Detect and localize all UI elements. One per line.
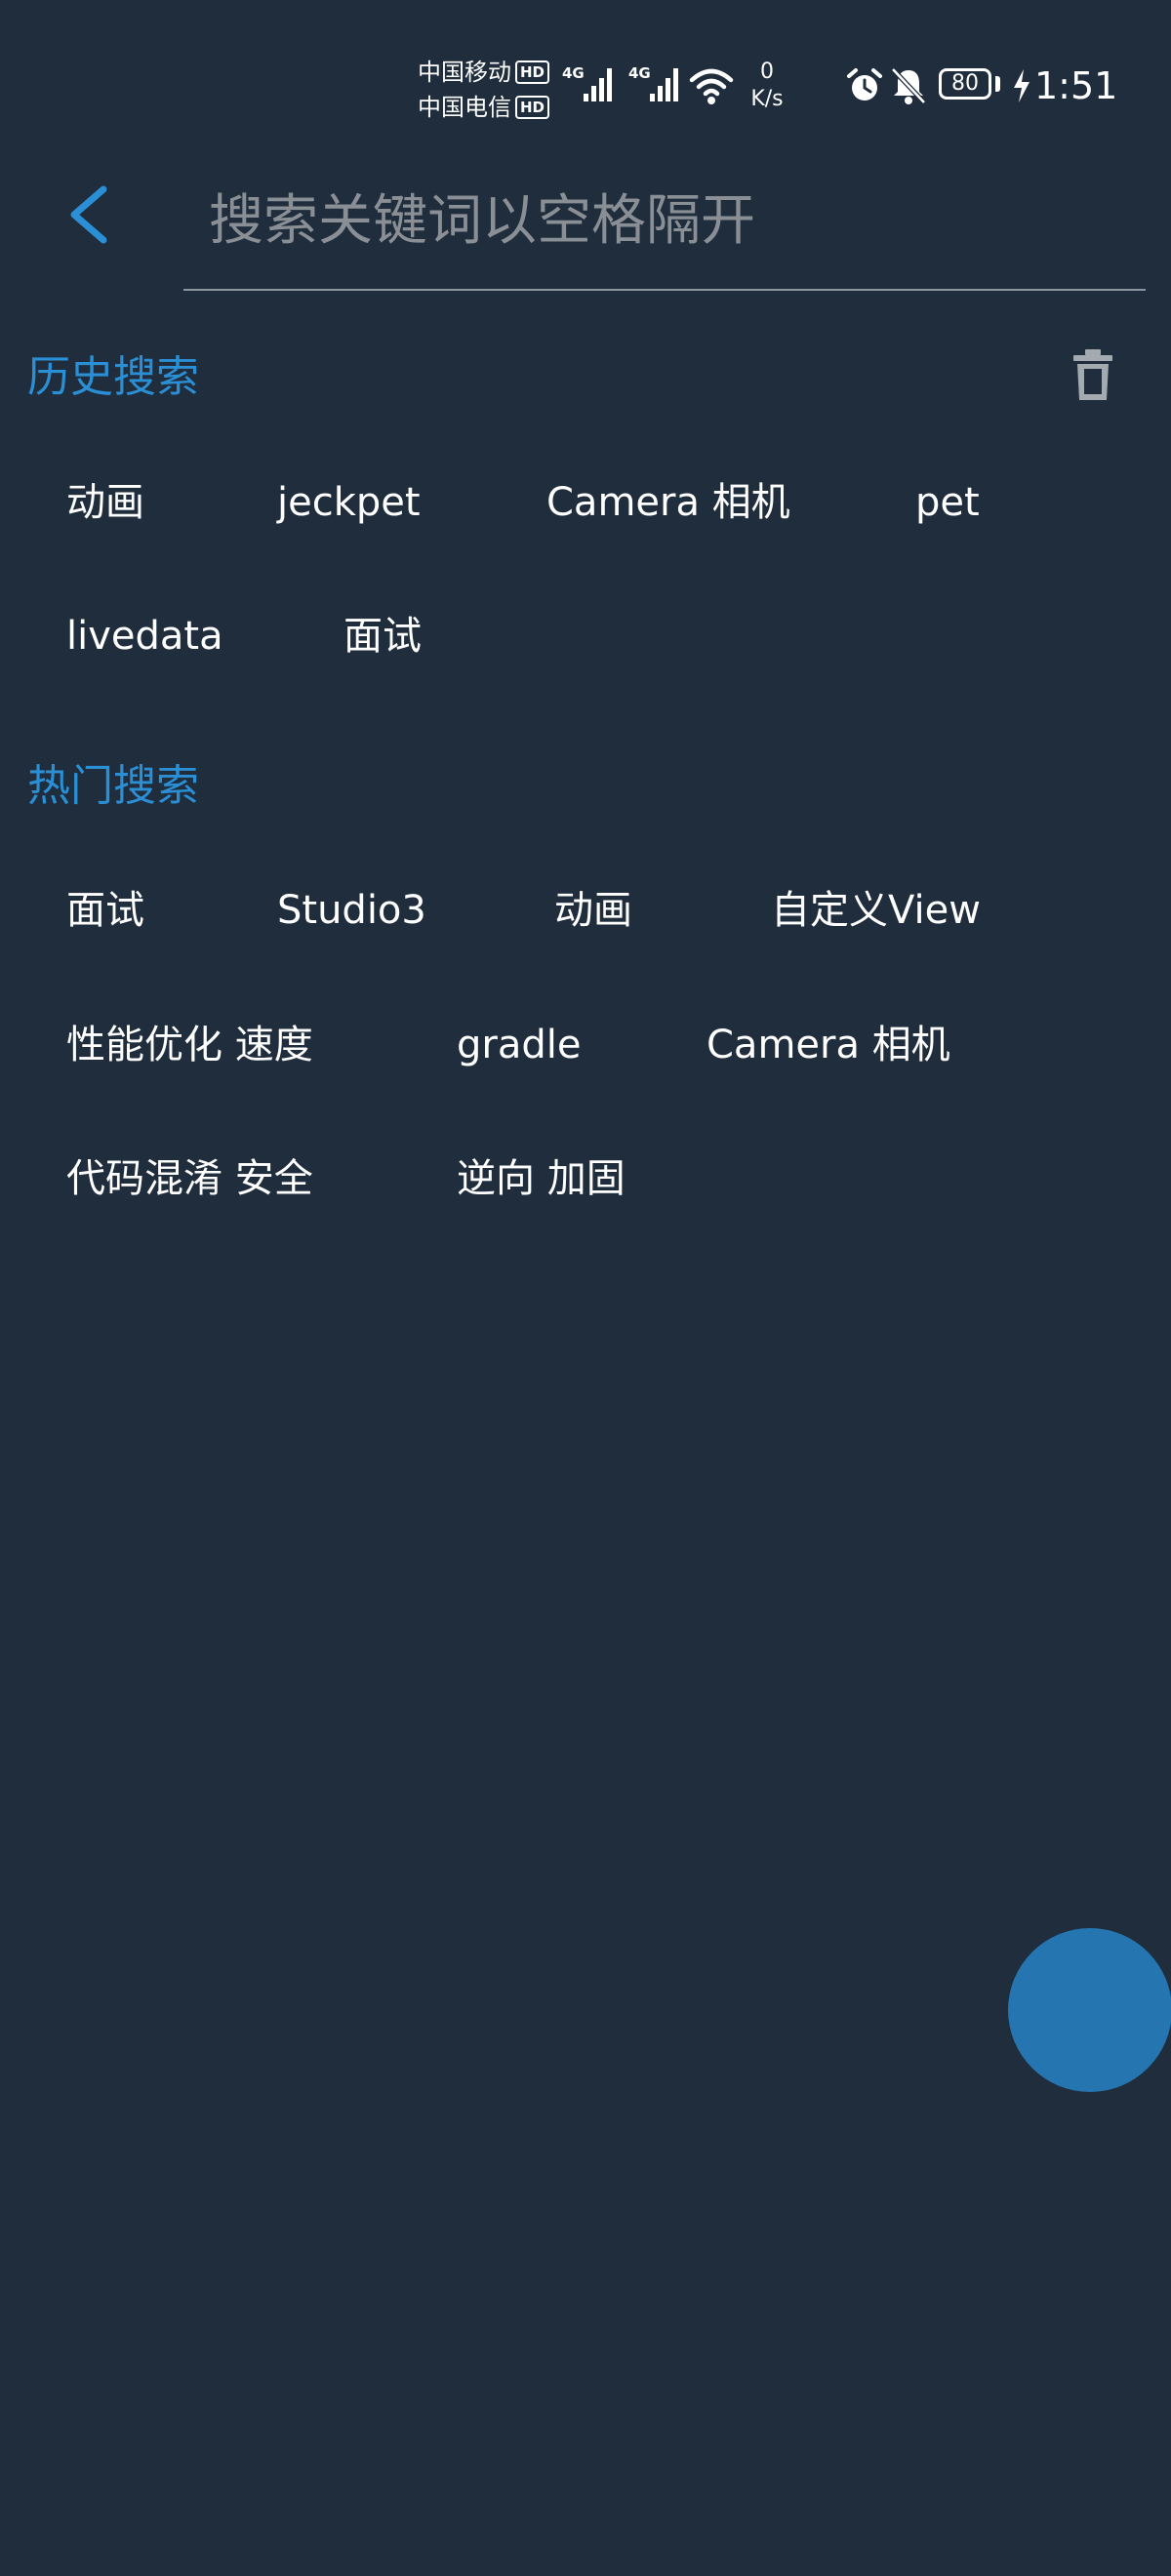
history-tag[interactable]: pet (915, 473, 980, 532)
carrier-name-2: 中国电信 (418, 94, 511, 121)
chevron-left-icon (70, 185, 107, 244)
trash-icon (1073, 349, 1112, 400)
floating-action-button[interactable] (1008, 1928, 1171, 2092)
hot-tag[interactable]: Camera 相机 (707, 1016, 950, 1074)
hot-tag[interactable]: 自定义View (771, 881, 981, 940)
wifi-icon (689, 68, 734, 104)
carrier-name-1: 中国移动 (418, 59, 511, 86)
signal-strength-2-icon: 4G (628, 64, 683, 103)
network-speed-unit: K/s (750, 87, 784, 111)
bell-off-icon (891, 67, 926, 104)
history-tag[interactable]: 动画 (66, 473, 144, 532)
signal-strength-1-icon: 4G (562, 64, 617, 103)
history-tag[interactable]: 面试 (343, 607, 422, 665)
history-section-title: 历史搜索 (27, 352, 199, 402)
search-input[interactable] (185, 172, 1142, 269)
history-tag[interactable]: livedata (66, 607, 223, 665)
status-time: 1:51 (1034, 64, 1118, 107)
history-tag[interactable]: Camera 相机 (546, 473, 790, 532)
history-tag[interactable]: jeckpet (277, 473, 421, 532)
battery-indicator: 80 (939, 68, 991, 100)
clear-history-button[interactable] (1071, 347, 1114, 402)
hd-badge-1: HD (515, 60, 550, 84)
hot-tag[interactable]: 性能优化 速度 (66, 1016, 313, 1074)
hot-tag[interactable]: 面试 (66, 881, 144, 940)
hot-tag[interactable]: gradle (457, 1016, 581, 1074)
hot-tag[interactable]: 动画 (554, 881, 632, 940)
alarm-icon (847, 68, 882, 101)
battery-tip (995, 76, 1000, 92)
hot-tag[interactable]: 逆向 加固 (457, 1149, 626, 1208)
network-speed: 0 K/s (742, 59, 792, 113)
hot-tag[interactable]: Studio3 (277, 881, 426, 940)
carrier-info: 中国移动 HD 中国电信 HD (418, 55, 550, 125)
status-bar: 中国移动 HD 中国电信 HD 4G 4G 0 K/s 80 1:51 (0, 0, 1171, 146)
hot-section-title: 热门搜索 (27, 761, 199, 811)
bolt-icon (1014, 69, 1030, 102)
hot-tag[interactable]: 代码混淆 安全 (66, 1149, 313, 1208)
network-speed-value: 0 (760, 60, 774, 84)
search-underline (183, 289, 1146, 291)
back-button[interactable] (62, 176, 121, 254)
hd-badge-2: HD (515, 96, 550, 119)
